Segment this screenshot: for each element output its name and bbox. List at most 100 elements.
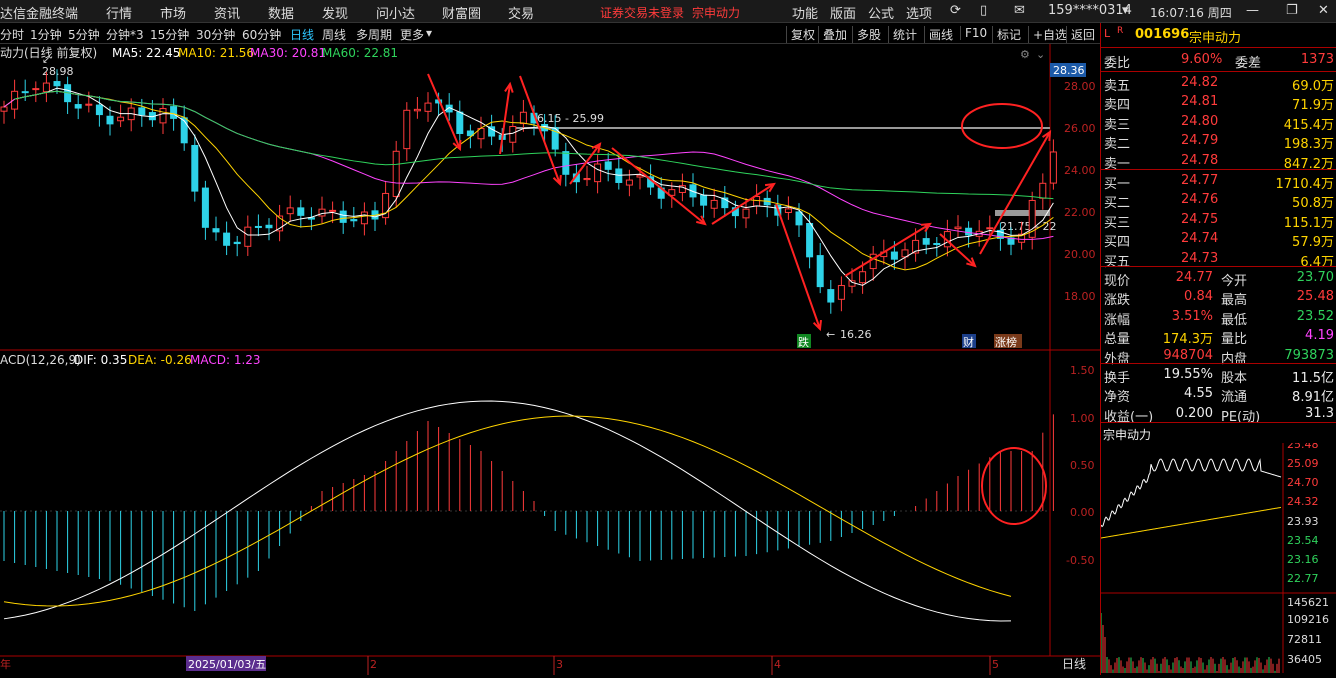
menu-trade[interactable]: 交易: [508, 3, 534, 22]
ytick-24: 24.00: [1064, 164, 1096, 177]
menu-layout[interactable]: 版面: [830, 3, 856, 22]
macd-ytick-1: 1.50: [1070, 364, 1095, 377]
intra-tick-3: 24.70: [1287, 476, 1319, 489]
menu-discover[interactable]: 发现: [322, 3, 348, 22]
stat-value: 0.200: [1175, 405, 1213, 421]
candle-body: [890, 251, 898, 260]
stat-value: 948704: [1163, 347, 1213, 363]
btn-draw[interactable]: 画线: [924, 26, 953, 43]
current-price-label: 28.36: [1053, 64, 1085, 77]
candle-body: [413, 108, 421, 112]
login-notice[interactable]: 证券交易未登录: [600, 4, 684, 21]
bid-label: 买四: [1104, 235, 1131, 251]
btn-back[interactable]: 返回: [1066, 26, 1095, 43]
period-multi[interactable]: 多周期: [356, 26, 392, 43]
more-arrow-icon[interactable]: ▾: [426, 26, 432, 40]
bid-label: 买二: [1104, 196, 1131, 212]
btn-f10[interactable]: F10: [960, 26, 987, 40]
restore-icon[interactable]: ❐: [1286, 3, 1298, 18]
ask-row[interactable]: 卖五 24.82 69.0万: [1101, 74, 1336, 94]
stock-link[interactable]: 宗申动力: [692, 4, 740, 21]
ask-row[interactable]: 卖一 24.78 847.2万: [1101, 152, 1336, 172]
intraday-title: 宗申动力: [1103, 428, 1152, 442]
candle-body: [562, 151, 570, 175]
candle-body: [254, 225, 262, 228]
period-15min[interactable]: 15分钟: [150, 26, 189, 43]
ask-price: 24.81: [1181, 94, 1219, 110]
candle-body: [827, 289, 835, 303]
period-min3[interactable]: 分钟*3: [106, 26, 144, 43]
candle-body: [106, 115, 114, 125]
close-icon[interactable]: ✕: [1318, 3, 1329, 18]
macd-title: ACD(12,26,9): [0, 353, 81, 367]
period-30min[interactable]: 30分钟: [196, 26, 235, 43]
btn-add-watch[interactable]: +自选: [1028, 26, 1067, 43]
intraday-chart[interactable]: 25.48 25.09 24.70 24.32 23.93 23.54 23.1…: [1101, 443, 1336, 673]
candle-body: [223, 232, 231, 246]
stat-label: 净资: [1104, 390, 1131, 406]
btn-stats[interactable]: 统计: [888, 26, 917, 43]
candle-body: [922, 238, 930, 245]
menu-quotes[interactable]: 行情: [106, 3, 132, 22]
btn-mark[interactable]: 标记: [992, 26, 1021, 43]
period-timeshare[interactable]: 分时: [0, 26, 24, 43]
menu-options[interactable]: 选项: [906, 3, 932, 22]
menu-ask[interactable]: 问小达: [376, 3, 415, 22]
candle-body: [21, 91, 29, 94]
stock-code: 001696: [1135, 27, 1190, 42]
copy-icon[interactable]: ▯: [980, 3, 987, 18]
menu-market[interactable]: 市场: [160, 3, 186, 22]
ask-row[interactable]: 卖二 24.79 198.3万: [1101, 132, 1336, 153]
bid-price: 24.73: [1181, 250, 1219, 266]
ask-price: 24.79: [1181, 133, 1219, 149]
btn-overlay[interactable]: 叠加: [818, 26, 847, 43]
btn-adjust[interactable]: 复权: [786, 26, 815, 43]
minimize-icon[interactable]: —: [1246, 3, 1259, 18]
mail-icon[interactable]: ✉: [1014, 3, 1025, 18]
ytick-26: 26.00: [1064, 122, 1096, 135]
menu-formula[interactable]: 公式: [868, 3, 894, 22]
bid-row[interactable]: 买三 24.75 115.1万: [1101, 211, 1336, 231]
collapse-icon[interactable]: ⌄: [1036, 48, 1045, 61]
menu-news[interactable]: 资讯: [214, 3, 240, 22]
candle-body: [1039, 182, 1047, 199]
bid-row[interactable]: 买四 24.74 57.9万: [1101, 230, 1336, 251]
ytick-18: 18.00: [1064, 290, 1096, 303]
user-account[interactable]: 159****0314: [1048, 3, 1132, 18]
candle-body: [954, 226, 962, 230]
chart-svg[interactable]: 动力(日线 前复权) MA5: 22.45 MA10: 21.56 MA30: …: [0, 44, 1100, 675]
chart-area[interactable]: 动力(日线 前复权) MA5: 22.45 MA10: 21.56 MA30: …: [0, 44, 1100, 675]
period-5min[interactable]: 5分钟: [68, 26, 100, 43]
bid-row[interactable]: 买一 24.77 1710.4万: [1101, 172, 1336, 192]
highlight-circle-price: [961, 103, 1043, 149]
macd-ytick-4: 0.00: [1070, 506, 1095, 519]
stat-label: 总量: [1104, 332, 1131, 348]
stat-value-2: 793873: [1284, 347, 1334, 363]
ask-row[interactable]: 卖三 24.80 415.4万: [1101, 113, 1336, 133]
ask-label: 卖二: [1104, 137, 1131, 153]
menu-data[interactable]: 数据: [268, 3, 294, 22]
vol-tick-3: 72811: [1287, 633, 1322, 646]
intra-tick-2: 25.09: [1287, 457, 1319, 470]
bid-price: 24.77: [1181, 173, 1219, 188]
period-daily[interactable]: 日线: [290, 26, 314, 43]
menu-wealth[interactable]: 财富圈: [442, 3, 481, 22]
candle-body: [403, 109, 411, 150]
zone1-label: 26.15 - 25.99: [530, 112, 604, 125]
ask-row[interactable]: 卖四 24.81 71.9万: [1101, 93, 1336, 113]
bid-row[interactable]: 买二 24.76 50.8万: [1101, 191, 1336, 212]
period-weekly[interactable]: 周线: [322, 26, 346, 43]
btn-multistock[interactable]: 多股: [852, 26, 881, 43]
dropdown-icon[interactable]: ▾: [1122, 3, 1129, 18]
menu-function[interactable]: 功能: [792, 3, 818, 22]
period-1min[interactable]: 1分钟: [30, 26, 62, 43]
xaxis-cursor-date: 2025/01/03/五: [188, 658, 266, 671]
period-60min[interactable]: 60分钟: [242, 26, 281, 43]
stat-label: 涨幅: [1104, 312, 1131, 328]
settings-icon[interactable]: ⚙: [1020, 48, 1030, 61]
stat-value-2: 23.70: [1296, 270, 1334, 285]
refresh-icon[interactable]: ⟳: [950, 3, 961, 18]
candle-body: [42, 82, 50, 93]
period-more[interactable]: 更多: [400, 26, 424, 43]
stat-label-2: 量比: [1221, 332, 1248, 348]
